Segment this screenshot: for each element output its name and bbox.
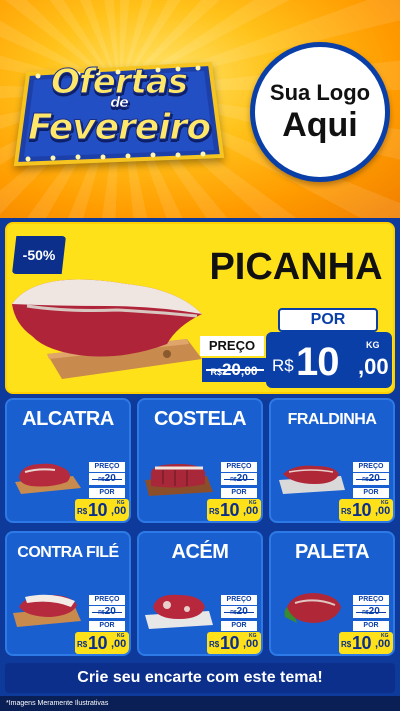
hero-preco-label: PREÇO: [200, 336, 264, 356]
preco-label: PREÇO: [353, 462, 389, 472]
preco-label: PREÇO: [89, 595, 125, 605]
por-label: POR: [221, 488, 257, 498]
price-dec: ,00: [375, 638, 391, 650]
strikethrough-line: [92, 612, 122, 613]
hero-price-dec: ,00: [358, 354, 389, 379]
hero-price-tag: R$ 10 KG ,00: [266, 332, 392, 388]
product-name: CONTRA FILÉ: [17, 544, 119, 561]
strikethrough-line: [356, 479, 386, 480]
logo-text-line1: Sua Logo: [269, 80, 371, 105]
price-int: 10: [88, 500, 108, 520]
hero-price-unit: KG: [366, 340, 380, 350]
price-dec: ,00: [111, 638, 127, 650]
price-tag: R$ 10 KG ,00: [75, 499, 129, 521]
preco-label: PREÇO: [89, 462, 125, 472]
preco-label: PREÇO: [353, 595, 389, 605]
price-tag: R$ 10 KG ,00: [339, 499, 393, 521]
old-price: R$20: [89, 606, 125, 618]
price-dec: ,00: [243, 638, 259, 650]
price-tag: R$ 10 KG ,00: [207, 499, 261, 521]
logo-text-line2: Aqui: [282, 106, 358, 144]
product-name: FRALDINHA: [287, 411, 377, 428]
price-currency: R$: [77, 507, 88, 516]
product-card-paleta[interactable]: PALETA PREÇO R$20 POR R$ 10 KG ,00: [269, 531, 395, 656]
strikethrough-line: [206, 369, 264, 371]
badge-title-fevereiro: Fevereiro: [27, 107, 211, 149]
por-label: POR: [221, 621, 257, 631]
por-label: POR: [353, 621, 389, 631]
strikethrough-line: [356, 612, 386, 613]
price-currency: R$: [209, 640, 220, 649]
hero-old-price: R$20,00: [202, 358, 266, 382]
fraldinha-image: [279, 465, 345, 494]
product-card-fraldinha[interactable]: FRALDINHA PREÇO R$20 POR R$ 10 KG ,00: [269, 398, 395, 523]
old-price: R$20: [353, 473, 389, 485]
old-price: R$20: [353, 606, 389, 618]
preco-label: PREÇO: [221, 462, 257, 472]
price-tag: R$ 10 KG ,00: [207, 632, 261, 654]
logo-placeholder[interactable]: Sua Logo Aqui: [250, 42, 390, 182]
por-label: POR: [353, 488, 389, 498]
price-dec: ,00: [375, 505, 391, 517]
hero-price-currency: R$: [272, 356, 294, 375]
costela-image: [145, 464, 213, 496]
price-int: 10: [352, 633, 372, 653]
cta-banner[interactable]: Crie seu encarte com este tema!: [5, 663, 395, 693]
price-tag: R$ 10 KG ,00: [339, 632, 393, 654]
header-banner: Ofertas de Fevereiro Sua Logo Aqui: [0, 0, 400, 218]
discount-badge: -50%: [12, 236, 66, 274]
price-int: 10: [352, 500, 372, 520]
hero-product-name: PICANHA: [209, 246, 383, 288]
hero-old-dec: ,00: [240, 364, 258, 378]
product-name: COSTELA: [153, 408, 247, 430]
old-price: R$20: [221, 473, 257, 485]
price-int: 10: [88, 633, 108, 653]
strikethrough-line: [92, 479, 122, 480]
product-name: ALCATRA: [22, 408, 114, 430]
contra-file-image: [13, 594, 81, 627]
strikethrough-line: [224, 479, 254, 480]
old-price: R$20: [221, 606, 257, 618]
product-name: ACÉM: [171, 541, 229, 563]
por-label: POR: [89, 621, 125, 631]
price-int: 10: [220, 500, 240, 520]
price-tag: R$ 10 KG ,00: [75, 632, 129, 654]
product-card-acem[interactable]: ACÉM PREÇO R$20 POR R$ 10 KG ,00: [137, 531, 263, 656]
acem-image: [145, 594, 213, 629]
price-dec: ,00: [243, 505, 259, 517]
price-dec: ,00: [111, 505, 127, 517]
price-int: 10: [220, 633, 240, 653]
price-currency: R$: [341, 507, 352, 516]
product-name: PALETA: [294, 541, 370, 563]
preco-label: PREÇO: [221, 595, 257, 605]
price-currency: R$: [209, 507, 220, 516]
product-card-costela[interactable]: COSTELA PREÇO R$20 POR R$ 10 KG ,00: [137, 398, 263, 523]
price-currency: R$: [77, 640, 88, 649]
hero-por-label: POR: [278, 308, 378, 332]
alcatra-image: [15, 463, 81, 494]
product-card-contra-file[interactable]: CONTRA FILÉ PREÇO R$20 POR R$ 10 KG ,00: [5, 531, 131, 656]
paleta-image: [284, 593, 341, 623]
strikethrough-line: [224, 612, 254, 613]
hero-price-int: 10: [296, 340, 339, 384]
product-card-alcatra[interactable]: ALCATRA PREÇO R$20 POR R$ 10 KG ,00: [5, 398, 131, 523]
por-label: POR: [89, 488, 125, 498]
old-price: R$20: [89, 473, 125, 485]
disclaimer-text: *Imagens Meramente Ilustrativas: [0, 696, 400, 711]
price-currency: R$: [341, 640, 352, 649]
